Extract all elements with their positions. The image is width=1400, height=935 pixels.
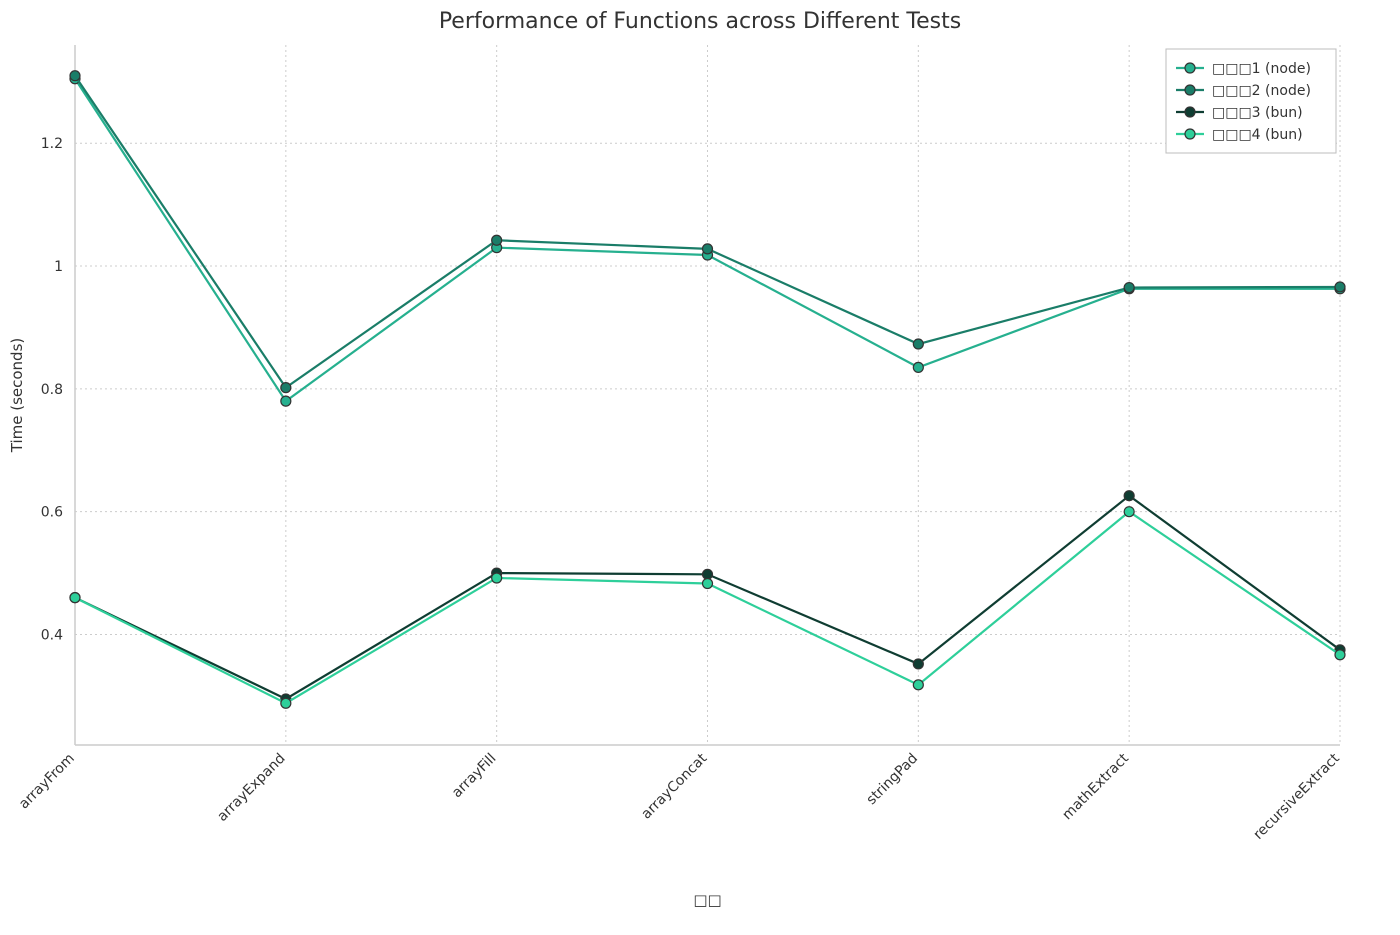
legend-label: □□□3 (bun) <box>1212 105 1303 121</box>
legend-swatch-point <box>1185 129 1195 139</box>
x-tick-label: arrayFrom <box>16 751 78 813</box>
y-tick-label: 0.4 <box>41 627 63 643</box>
series-point <box>492 235 502 245</box>
series-point <box>1124 283 1134 293</box>
legend-label: □□□4 (bun) <box>1212 127 1303 143</box>
series-line <box>75 79 1340 401</box>
series-point <box>492 573 502 583</box>
legend-swatch-point <box>1185 63 1195 73</box>
series-point <box>913 659 923 669</box>
series-point <box>281 383 291 393</box>
y-axis-label: Time (seconds) <box>8 338 26 454</box>
series-point <box>70 71 80 81</box>
series-point <box>1124 491 1134 501</box>
series-point <box>1335 650 1345 660</box>
x-tick-label: arrayConcat <box>638 750 710 822</box>
x-tick-label: arrayFill <box>449 751 500 802</box>
series-point <box>913 362 923 372</box>
legend-label: □□□1 (node) <box>1212 61 1311 77</box>
series-point <box>703 569 713 579</box>
line-chart-svg: Performance of Functions across Differen… <box>0 0 1400 935</box>
series-point <box>1124 507 1134 517</box>
series-point <box>281 396 291 406</box>
x-tick-label: mathExtract <box>1059 750 1132 823</box>
legend-swatch-point <box>1185 107 1195 117</box>
x-tick-label: arrayExpand <box>214 751 288 825</box>
y-tick-label: 0.8 <box>41 382 63 398</box>
series-point <box>703 579 713 589</box>
series-point <box>913 339 923 349</box>
y-tick-label: 1 <box>54 259 63 275</box>
legend-label: □□□2 (node) <box>1212 83 1311 99</box>
series-point <box>703 244 713 254</box>
x-tick-label: recursiveExtract <box>1250 750 1343 843</box>
series-point <box>281 698 291 708</box>
chart-container: Performance of Functions across Differen… <box>0 0 1400 935</box>
series-point <box>1335 282 1345 292</box>
x-axis-label: □□ <box>693 891 721 909</box>
y-tick-label: 0.6 <box>41 505 63 521</box>
legend: □□□1 (node) □□□2 (node) □□□3 (bun) □□□4 (bu… <box>1166 49 1336 153</box>
series-point <box>913 680 923 690</box>
chart-title: Performance of Functions across Differen… <box>439 9 961 34</box>
x-tick-label: stringPad <box>864 751 922 809</box>
series-point <box>70 593 80 603</box>
y-tick-label: 1.2 <box>41 136 63 152</box>
legend-swatch-point <box>1185 85 1195 95</box>
